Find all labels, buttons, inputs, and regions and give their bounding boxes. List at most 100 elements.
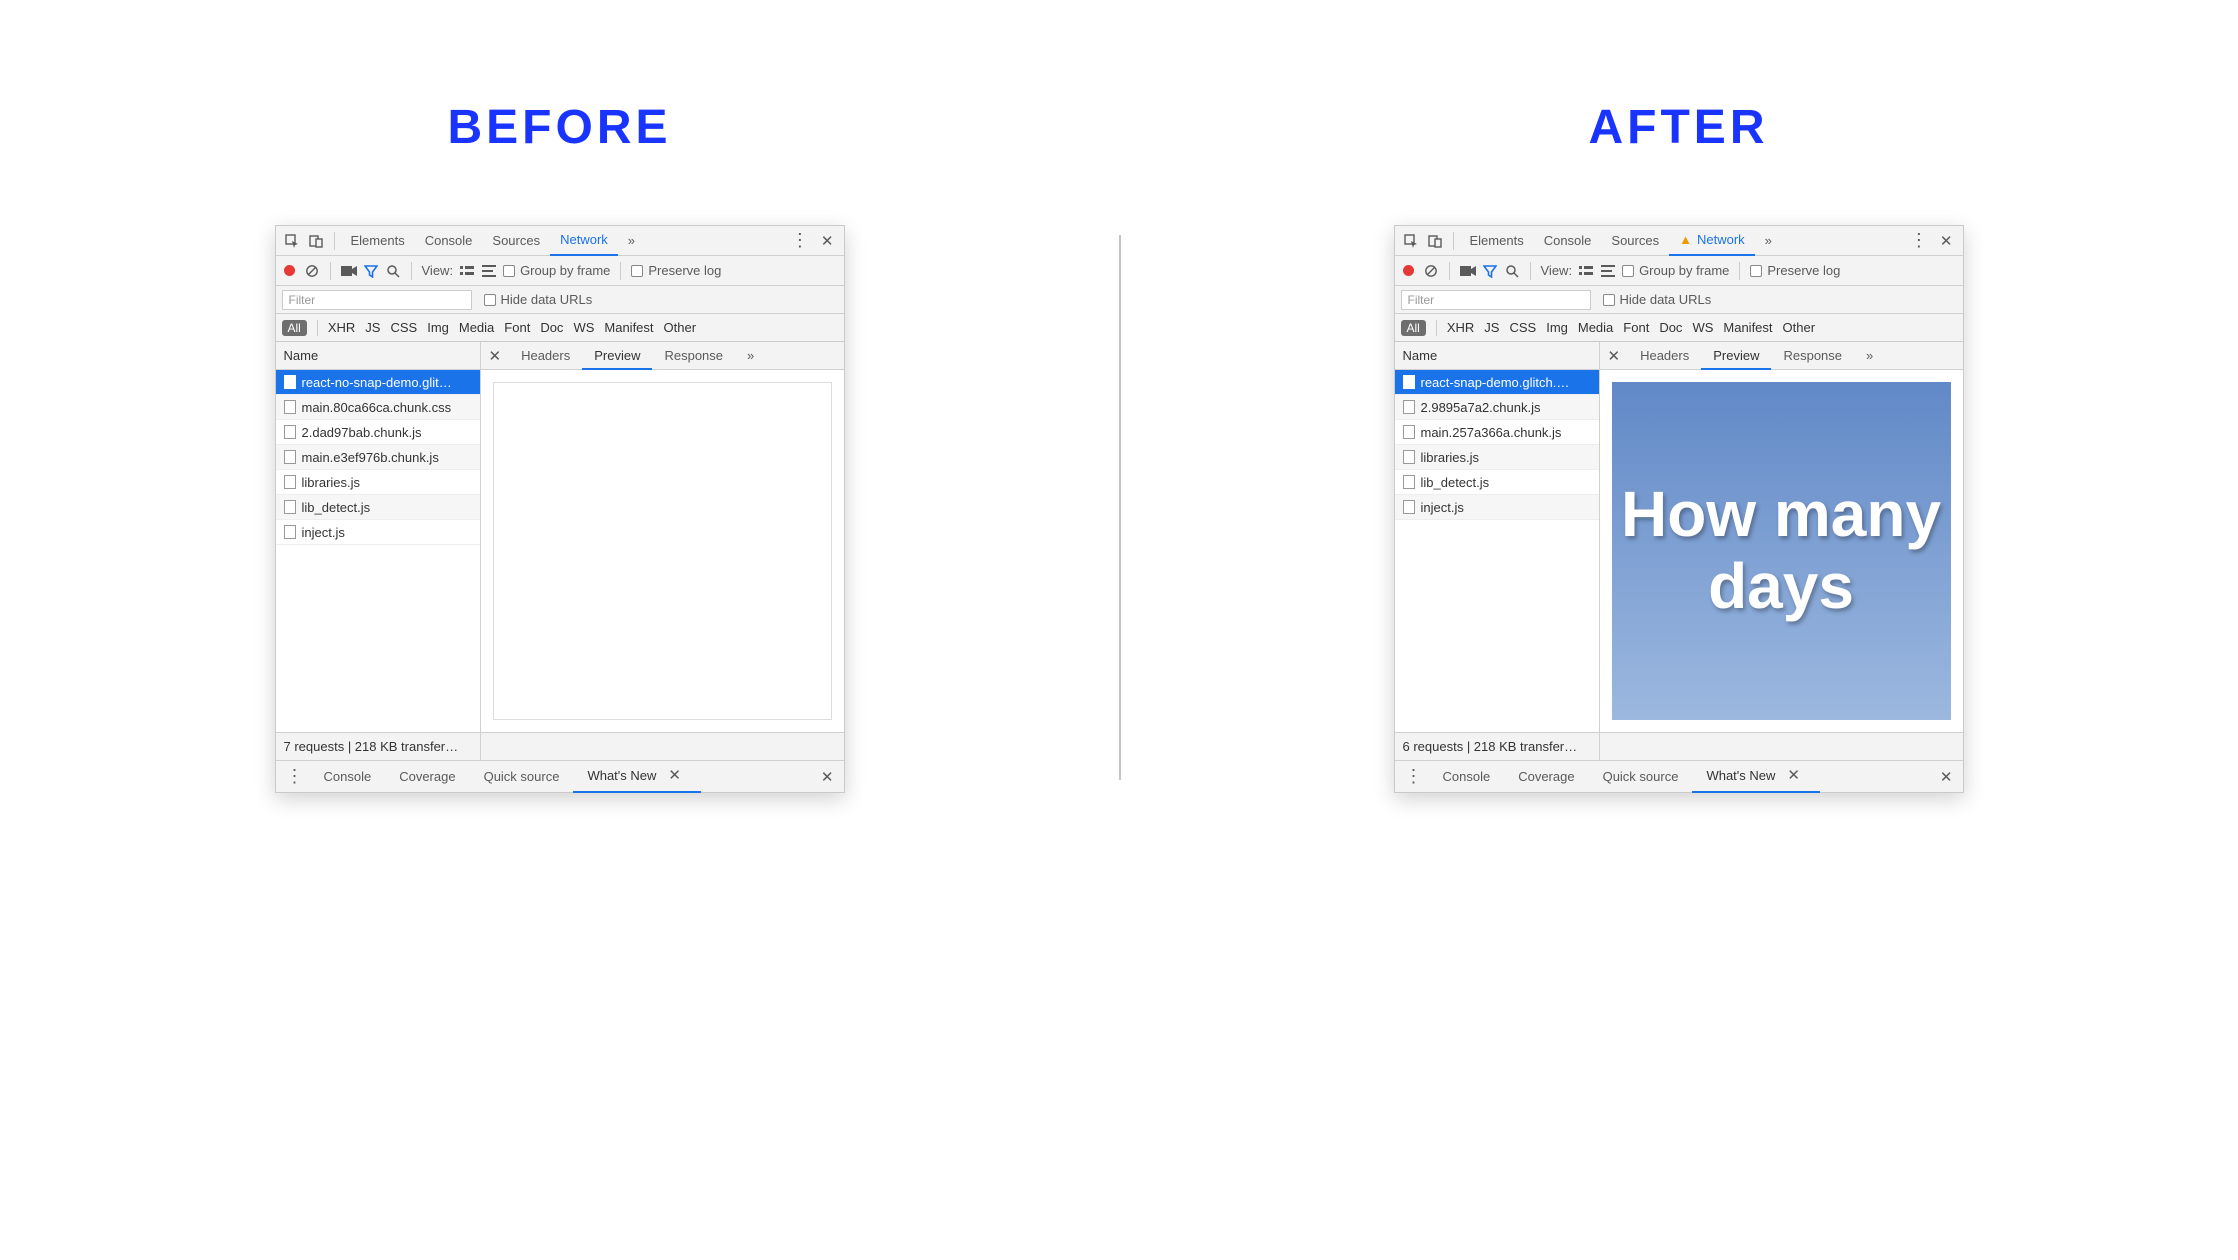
inspect-icon[interactable]	[280, 229, 304, 253]
hide-data-urls-checkbox[interactable]: Hide data URLs	[1603, 292, 1712, 307]
type-manifest[interactable]: Manifest	[1723, 320, 1772, 335]
record-icon[interactable]	[282, 263, 298, 279]
filter-icon[interactable]	[363, 263, 379, 279]
close-devtools-icon[interactable]: ✕	[1934, 232, 1959, 250]
type-js[interactable]: JS	[365, 320, 380, 335]
device-toggle-icon[interactable]	[304, 229, 328, 253]
record-icon[interactable]	[1401, 263, 1417, 279]
type-font[interactable]: Font	[1623, 320, 1649, 335]
type-all[interactable]: All	[1401, 320, 1426, 336]
close-tab-icon[interactable]: ✕	[1781, 760, 1806, 792]
request-row[interactable]: main.80ca66ca.chunk.css	[276, 395, 480, 420]
close-tab-icon[interactable]: ✕	[662, 760, 687, 792]
column-name[interactable]: Name	[276, 342, 480, 370]
detail-tab-response[interactable]: Response	[1771, 342, 1854, 370]
drawer-menu-icon[interactable]: ⋮	[280, 766, 310, 787]
preserve-log-checkbox[interactable]: Preserve log	[631, 263, 721, 278]
request-row[interactable]: lib_detect.js	[1395, 470, 1599, 495]
menu-dots-icon[interactable]: ⋮	[785, 230, 815, 251]
search-icon[interactable]	[1504, 263, 1520, 279]
view-large-icon[interactable]	[459, 263, 475, 279]
request-row[interactable]: libraries.js	[1395, 445, 1599, 470]
request-row[interactable]: libraries.js	[276, 470, 480, 495]
tabs-overflow-icon[interactable]: »	[618, 226, 645, 256]
type-other[interactable]: Other	[1783, 320, 1816, 335]
clear-icon[interactable]	[1423, 263, 1439, 279]
type-img[interactable]: Img	[1546, 320, 1568, 335]
type-doc[interactable]: Doc	[540, 320, 563, 335]
close-detail-icon[interactable]: ✕	[1606, 347, 1629, 365]
request-row[interactable]: inject.js	[1395, 495, 1599, 520]
request-row[interactable]: 2.dad97bab.chunk.js	[276, 420, 480, 445]
type-doc[interactable]: Doc	[1659, 320, 1682, 335]
tab-network[interactable]: ▲ Network	[1669, 226, 1755, 256]
drawer-tab-quick-source[interactable]: Quick source	[470, 761, 574, 793]
request-row[interactable]: main.e3ef976b.chunk.js	[276, 445, 480, 470]
type-media[interactable]: Media	[459, 320, 494, 335]
camera-icon[interactable]	[1460, 263, 1476, 279]
detail-tab-preview[interactable]: Preview	[582, 342, 652, 370]
view-small-icon[interactable]	[1600, 263, 1616, 279]
drawer-tab-whats-new[interactable]: What's New✕	[573, 761, 701, 793]
detail-tab-headers[interactable]: Headers	[509, 342, 582, 370]
request-row[interactable]: 2.9895a7a2.chunk.js	[1395, 395, 1599, 420]
filter-icon[interactable]	[1482, 263, 1498, 279]
clear-icon[interactable]	[304, 263, 320, 279]
drawer-tab-console[interactable]: Console	[1429, 761, 1505, 793]
detail-tabs-overflow-icon[interactable]: »	[1854, 342, 1885, 370]
tab-console[interactable]: Console	[415, 226, 483, 256]
close-drawer-icon[interactable]: ✕	[1934, 768, 1959, 786]
type-js[interactable]: JS	[1484, 320, 1499, 335]
type-other[interactable]: Other	[664, 320, 697, 335]
type-xhr[interactable]: XHR	[1447, 320, 1474, 335]
tab-sources[interactable]: Sources	[1601, 226, 1669, 256]
drawer-tab-console[interactable]: Console	[310, 761, 386, 793]
preserve-log-checkbox[interactable]: Preserve log	[1750, 263, 1840, 278]
type-xhr[interactable]: XHR	[328, 320, 355, 335]
detail-tab-response[interactable]: Response	[652, 342, 735, 370]
detail-tab-preview[interactable]: Preview	[1701, 342, 1771, 370]
close-devtools-icon[interactable]: ✕	[815, 232, 840, 250]
drawer-tab-coverage[interactable]: Coverage	[1504, 761, 1588, 793]
column-name[interactable]: Name	[1395, 342, 1599, 370]
type-css[interactable]: CSS	[390, 320, 417, 335]
search-icon[interactable]	[385, 263, 401, 279]
drawer-menu-icon[interactable]: ⋮	[1399, 766, 1429, 787]
tab-network[interactable]: Network	[550, 226, 618, 256]
tab-elements[interactable]: Elements	[341, 226, 415, 256]
view-large-icon[interactable]	[1578, 263, 1594, 279]
camera-icon[interactable]	[341, 263, 357, 279]
type-manifest[interactable]: Manifest	[604, 320, 653, 335]
type-img[interactable]: Img	[427, 320, 449, 335]
view-small-icon[interactable]	[481, 263, 497, 279]
request-row[interactable]: main.257a366a.chunk.js	[1395, 420, 1599, 445]
request-row[interactable]: react-no-snap-demo.glit…	[276, 370, 480, 395]
filter-input[interactable]: Filter	[1401, 290, 1591, 310]
group-by-frame-checkbox[interactable]: Group by frame	[503, 263, 610, 278]
group-by-frame-checkbox[interactable]: Group by frame	[1622, 263, 1729, 278]
tabs-overflow-icon[interactable]: »	[1755, 226, 1782, 256]
detail-tabs-overflow-icon[interactable]: »	[735, 342, 766, 370]
close-drawer-icon[interactable]: ✕	[815, 768, 840, 786]
inspect-icon[interactable]	[1399, 229, 1423, 253]
type-ws[interactable]: WS	[1692, 320, 1713, 335]
detail-tab-headers[interactable]: Headers	[1628, 342, 1701, 370]
tab-sources[interactable]: Sources	[482, 226, 550, 256]
type-font[interactable]: Font	[504, 320, 530, 335]
drawer-tab-whats-new[interactable]: What's New✕	[1692, 761, 1820, 793]
menu-dots-icon[interactable]: ⋮	[1904, 230, 1934, 251]
filter-input[interactable]: Filter	[282, 290, 472, 310]
tab-elements[interactable]: Elements	[1460, 226, 1534, 256]
hide-data-urls-checkbox[interactable]: Hide data URLs	[484, 292, 593, 307]
request-row[interactable]: inject.js	[276, 520, 480, 545]
drawer-tab-quick-source[interactable]: Quick source	[1589, 761, 1693, 793]
type-all[interactable]: All	[282, 320, 307, 336]
device-toggle-icon[interactable]	[1423, 229, 1447, 253]
drawer-tab-coverage[interactable]: Coverage	[385, 761, 469, 793]
close-detail-icon[interactable]: ✕	[487, 347, 510, 365]
tab-console[interactable]: Console	[1534, 226, 1602, 256]
type-css[interactable]: CSS	[1509, 320, 1536, 335]
request-row[interactable]: lib_detect.js	[276, 495, 480, 520]
type-media[interactable]: Media	[1578, 320, 1613, 335]
type-ws[interactable]: WS	[573, 320, 594, 335]
